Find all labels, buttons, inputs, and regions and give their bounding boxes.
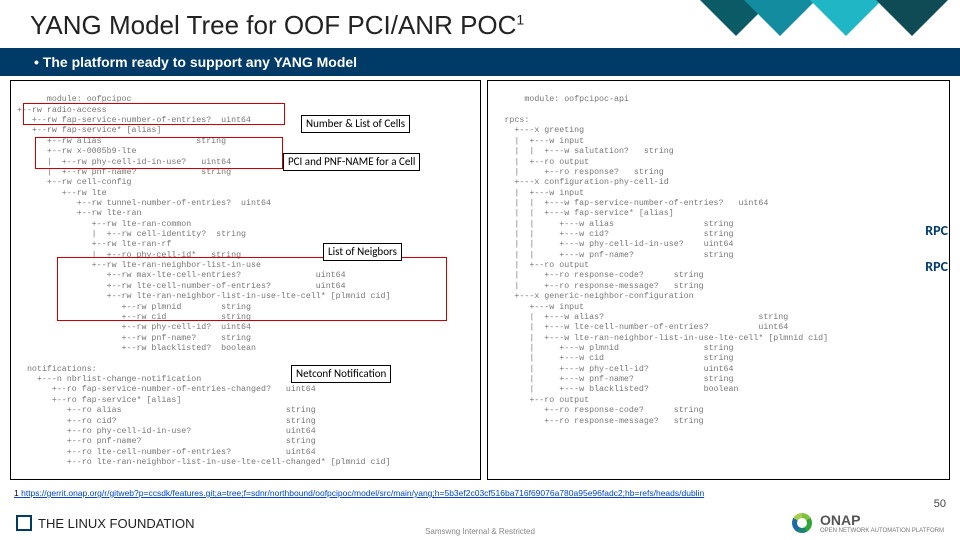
subtitle-band: The platform ready to support any YANG M… xyxy=(0,48,960,76)
slide-title: YANG Model Tree for OOF PCI/ANR POC1 xyxy=(30,10,524,41)
callout-cells: Number & List of Cells xyxy=(301,115,410,133)
footnote-number: 1 xyxy=(14,488,19,498)
title-text: YANG Model Tree for OOF PCI/ANR POC xyxy=(30,10,516,40)
redbox-cells xyxy=(23,103,285,125)
callout-netconf: Netconf Notification xyxy=(291,365,391,383)
subtitle-text: The platform ready to support any YANG M… xyxy=(34,54,357,70)
onap-logo: ONAP OPEN NETWORK AUTOMATION PLATFORM xyxy=(792,512,944,534)
lf-icon xyxy=(16,515,32,531)
decorative-triangles xyxy=(700,0,960,36)
right-tree-text: module: oofpcipoc-api rpcs: +---x greeti… xyxy=(494,95,828,425)
footnote-link[interactable]: 1 https://gerrit.onap.org/r/gitweb?p=ccs… xyxy=(14,488,946,498)
rpc-label-1: RPC xyxy=(925,222,948,239)
callout-pci: PCI and PNF-NAME for a Cell xyxy=(283,153,420,171)
redbox-neighbors xyxy=(57,257,447,321)
onap-ring-icon xyxy=(792,513,812,533)
linux-foundation-logo: THE LINUX FOUNDATION xyxy=(16,515,195,531)
classification-text: Samswng Internal & Restricted xyxy=(425,527,535,536)
left-yang-tree: module: oofpcipoc +--rw radio-access +--… xyxy=(10,80,481,480)
footnote-url-text: https://gerrit.onap.org/r/gitweb?p=ccsdk… xyxy=(21,488,704,498)
onap-subtext: OPEN NETWORK AUTOMATION PLATFORM xyxy=(820,528,944,534)
onap-text: ONAP xyxy=(820,512,944,528)
lf-text: THE LINUX FOUNDATION xyxy=(38,516,195,531)
right-yang-tree: module: oofpcipoc-api rpcs: +---x greeti… xyxy=(487,80,950,480)
title-superscript: 1 xyxy=(516,11,524,27)
rpc-label-2: RPC xyxy=(925,258,948,275)
content-area: module: oofpcipoc +--rw radio-access +--… xyxy=(10,80,950,480)
redbox-pci xyxy=(35,137,283,169)
callout-neighbors: List of Neigbors xyxy=(323,243,402,261)
